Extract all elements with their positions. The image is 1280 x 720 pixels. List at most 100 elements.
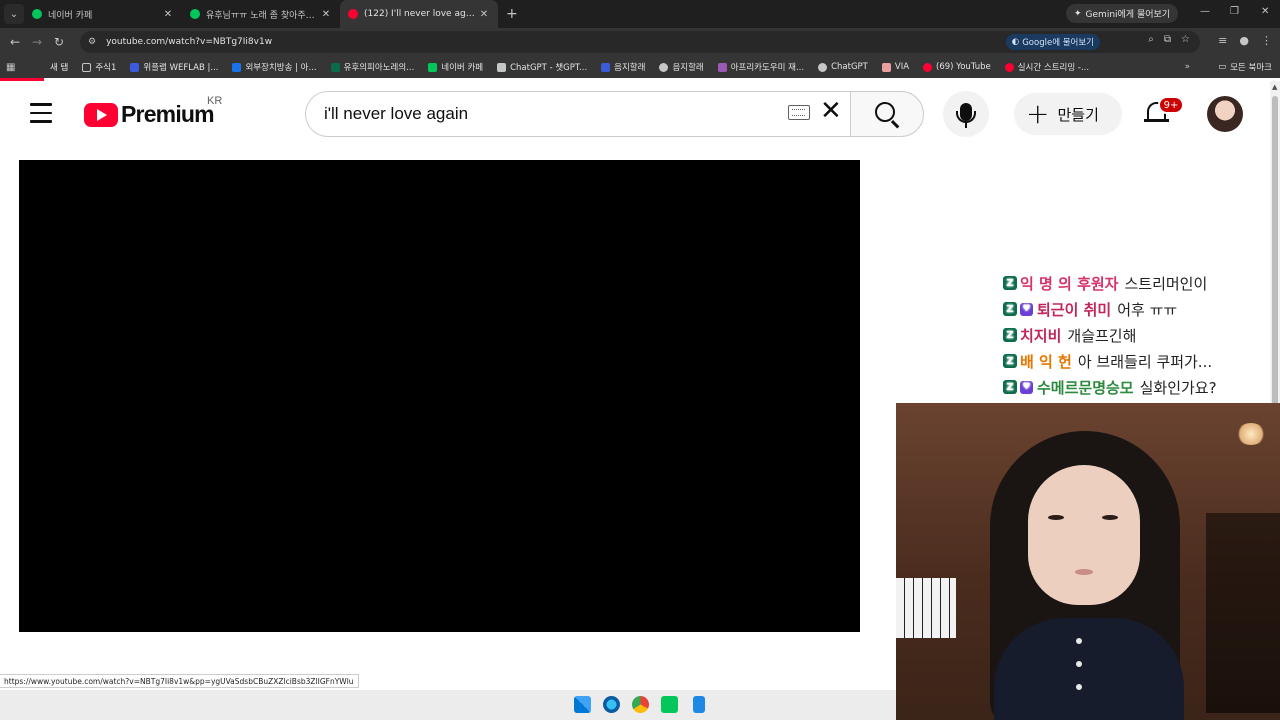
- avatar[interactable]: [1207, 96, 1243, 132]
- notification-badge: 9+: [1158, 96, 1184, 114]
- bookmark-3[interactable]: 외부장치방송 | 아...: [232, 61, 317, 73]
- zeta-badge-icon: Z: [1003, 354, 1017, 368]
- new-tab-button[interactable]: +: [506, 6, 518, 22]
- weflab-icon: [130, 62, 140, 72]
- bookmark-8[interactable]: 음지할래: [659, 61, 704, 73]
- tab-0[interactable]: 네이버 카페 ✕: [24, 0, 182, 28]
- heart-badge-icon: ♥: [1020, 302, 1033, 316]
- windows-start-icon[interactable]: [574, 696, 591, 713]
- chat-text: 스트리머인이: [1124, 274, 1208, 293]
- apps-icon[interactable]: ▦: [6, 62, 20, 73]
- bookmark-4[interactable]: 유후의피아노레의...: [330, 61, 414, 73]
- naver-cafe-icon: [428, 62, 438, 72]
- country-code: KR: [207, 95, 223, 107]
- folder-icon: [82, 62, 92, 72]
- close-icon[interactable]: ✕: [478, 9, 490, 20]
- taskbar-apps: [574, 696, 705, 713]
- link-status-bubble: https://www.youtube.com/watch?v=NBTg7Ii8…: [0, 674, 359, 688]
- window-close-icon[interactable]: ✕: [1261, 6, 1269, 17]
- create-button[interactable]: + 만들기: [1014, 93, 1122, 135]
- streamer-body-graphic: [994, 618, 1184, 720]
- microphone-icon: [956, 103, 976, 128]
- bookmark-5[interactable]: 네이버 카페: [428, 61, 483, 73]
- via-icon: [881, 62, 891, 72]
- bookmark-star-icon[interactable]: ☆: [1181, 34, 1190, 45]
- site-info-icon[interactable]: ⚙: [88, 37, 96, 47]
- tab-title: (122) I'll never love again - Yo: [364, 9, 478, 19]
- toolbar-right: ≡ ● ⋮: [1218, 34, 1272, 47]
- close-icon[interactable]: ✕: [162, 9, 174, 20]
- video-player[interactable]: [19, 160, 860, 632]
- search-icon: [875, 102, 895, 122]
- search-button[interactable]: [850, 91, 924, 137]
- forward-icon[interactable]: →: [26, 35, 48, 49]
- bookmark-1[interactable]: 주식1: [82, 61, 116, 73]
- bookmark-6[interactable]: ChatGPT - 챗GPT...: [497, 61, 587, 73]
- zoom-icon[interactable]: ⌕: [1148, 34, 1154, 45]
- lamp-graphic: [1236, 423, 1266, 445]
- minimize-icon[interactable]: —: [1200, 6, 1210, 17]
- bookmark-9[interactable]: 아프리카도우미 재...: [717, 61, 804, 73]
- install-icon[interactable]: ⧉: [1164, 34, 1171, 45]
- back-icon[interactable]: ←: [4, 35, 26, 49]
- button-graphic: [1076, 638, 1082, 644]
- guide-menu-icon[interactable]: [30, 103, 52, 129]
- zeta-icon: [330, 62, 340, 72]
- stream-chat-overlay: Z 익 명 의 후원자 스트리머인이 Z ♥ 퇴근이 취미 어후 ㅠㅠ Z 치지…: [1003, 270, 1268, 400]
- bookmark-12[interactable]: (69) YouTube: [923, 62, 991, 72]
- bookmark-2[interactable]: 위플랩 WEFLAB |...: [130, 61, 218, 73]
- bookmark-7[interactable]: 음지할래: [601, 61, 645, 73]
- restore-icon[interactable]: ❐: [1230, 6, 1239, 17]
- lips-graphic: [1075, 569, 1093, 575]
- tab-title: 네이버 카페: [48, 10, 93, 21]
- youtube-logo[interactable]: Premium KR: [84, 95, 222, 128]
- chat-username: 수메르문명승모: [1037, 378, 1134, 397]
- heart-badge-icon: ♥: [1020, 380, 1033, 394]
- reload-icon[interactable]: ↻: [48, 35, 70, 49]
- profile-icon[interactable]: ●: [1239, 34, 1249, 47]
- chrome-icon[interactable]: [632, 696, 649, 713]
- notepad-icon[interactable]: [693, 696, 705, 713]
- search-box[interactable]: ✕: [305, 91, 850, 137]
- google-ask-button[interactable]: ◐ Google에 물어보기: [1005, 34, 1100, 50]
- edge-icon[interactable]: [603, 696, 620, 713]
- voice-search-button[interactable]: [943, 91, 989, 137]
- all-bookmarks-button[interactable]: ▭ 모든 북마크: [1218, 61, 1272, 73]
- piano-graphic: [896, 578, 956, 638]
- google-ask-label: Google에 물어보기: [1022, 38, 1094, 48]
- close-icon[interactable]: ✕: [320, 9, 332, 20]
- chat-text: 어후 ㅠㅠ: [1117, 300, 1178, 319]
- clear-search-icon[interactable]: ✕: [820, 98, 842, 124]
- eye-graphic: [1048, 515, 1064, 520]
- bookmark-11[interactable]: VIA: [881, 62, 909, 72]
- reading-list-icon[interactable]: ≡: [1218, 34, 1227, 47]
- bookmark-13[interactable]: 실시간 스트리밍 -...: [1004, 61, 1089, 73]
- create-label: 만들기: [1057, 105, 1099, 124]
- search-input[interactable]: [324, 104, 764, 124]
- chat-username: 치지비: [1020, 326, 1062, 345]
- naver-icon[interactable]: [661, 696, 678, 713]
- gemini-button[interactable]: ✦ Gemini에게 물어보기: [1066, 4, 1179, 23]
- chat-text: 아 브래들리 쿠퍼가...: [1077, 352, 1213, 371]
- streamer-face-graphic: [1028, 465, 1140, 605]
- keyboard-icon[interactable]: [788, 105, 810, 120]
- scroll-up-icon[interactable]: ▲: [1272, 83, 1277, 91]
- bookmark-10[interactable]: ChatGPT: [818, 62, 868, 72]
- tab-strip: ⌄ 네이버 카페 ✕ 유후님ㅠㅠ 노래 좀 찾아주세요 ✕ (122) I'll…: [0, 0, 1280, 28]
- menu-icon[interactable]: ⋮: [1261, 34, 1272, 47]
- youtube-masthead: Premium KR ✕ + 만들기 9+: [0, 81, 1270, 145]
- tab-1[interactable]: 유후님ㅠㅠ 노래 좀 찾아주세요 ✕: [182, 0, 340, 28]
- eye-graphic: [1102, 515, 1118, 520]
- scrollbar-thumb[interactable]: [1272, 96, 1278, 426]
- youtube-icon: [348, 9, 358, 19]
- bookmark-0[interactable]: 새 탭: [50, 61, 68, 73]
- chat-username: 배 익 헌: [1020, 352, 1072, 371]
- zeta-badge-icon: Z: [1003, 380, 1017, 394]
- more-bookmarks-icon[interactable]: »: [1185, 62, 1190, 72]
- address-bar[interactable]: ⚙ youtube.com/watch?v=NBTg7Ii8v1w ◐ Goog…: [80, 31, 1200, 53]
- naver-cafe-icon: [190, 9, 200, 19]
- plus-icon: +: [1026, 97, 1050, 130]
- tab-2[interactable]: (122) I'll never love again - Yo ✕: [340, 0, 498, 28]
- bookmarks-bar: ▦ 새 탭 주식1 위플랩 WEFLAB |... 외부장치방송 | 아... …: [0, 56, 1280, 78]
- tab-search-icon[interactable]: ⌄: [4, 4, 24, 24]
